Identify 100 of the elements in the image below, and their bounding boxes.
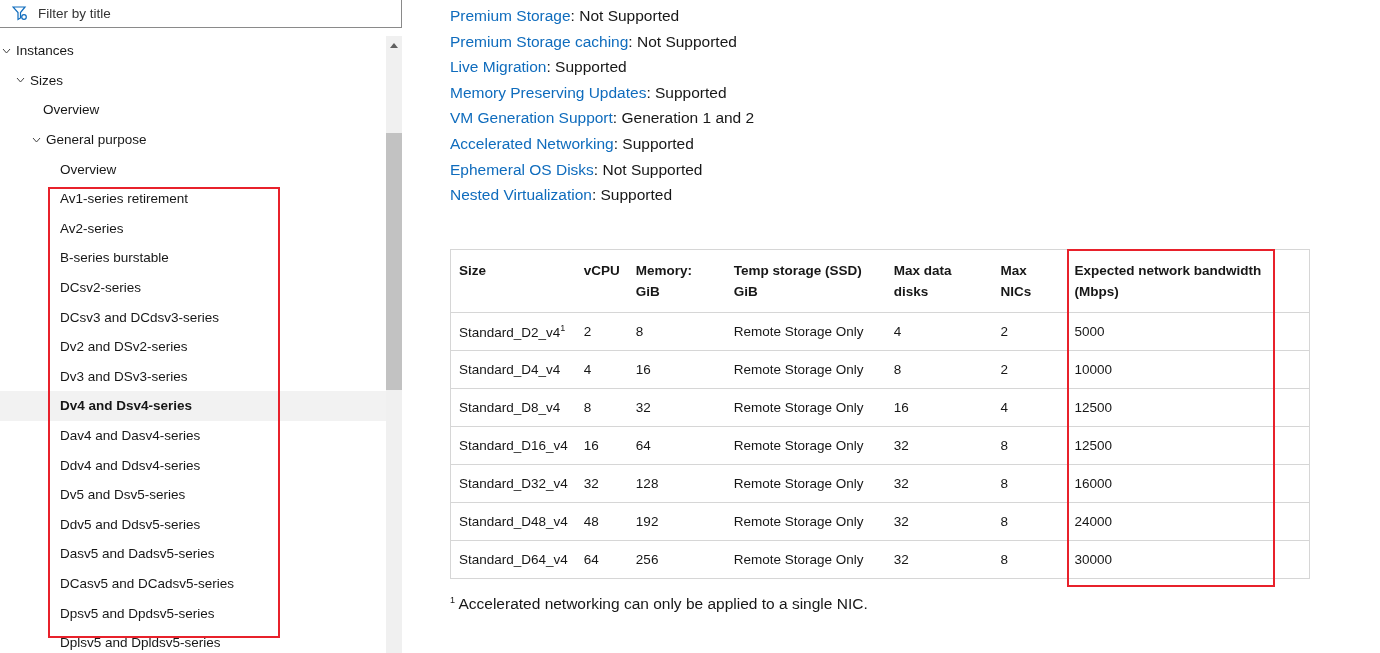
feature-line: Accelerated Networking: Supported (450, 133, 695, 154)
table-cell: 32 (575, 464, 628, 503)
table-cell: Standard_D16_v4 (450, 426, 576, 465)
column-header: Max data disks (885, 249, 993, 313)
table-cell: 8 (992, 426, 1067, 465)
tree-item[interactable]: Instances (16, 43, 74, 59)
column-header: Max NICs (992, 249, 1067, 313)
table-cell: 2 (575, 312, 628, 351)
table-cell: 8 (627, 312, 726, 351)
tree-item[interactable]: General purpose (46, 132, 147, 148)
feature-line: Memory Preserving Updates: Supported (450, 82, 728, 103)
table-cell: 5000 (1066, 312, 1310, 351)
feature-link[interactable]: Premium Storage (450, 7, 571, 24)
table-cell: 12500 (1066, 426, 1310, 465)
table-cell: 4 (575, 350, 628, 389)
table-cell: 64 (627, 426, 726, 465)
tree-item[interactable]: DCsv2-series (60, 280, 141, 296)
table-cell: 8 (992, 502, 1067, 541)
table-cell: 64 (575, 540, 628, 579)
table-cell: Standard_D48_v4 (450, 502, 576, 541)
table-cell: Standard_D4_v4 (450, 350, 576, 389)
table-cell: 12500 (1066, 388, 1310, 427)
feature-line: Premium Storage caching: Not Supported (450, 31, 738, 52)
tree-item[interactable]: Dv3 and DSv3-series (60, 368, 188, 384)
feature-line: Live Migration: Supported (450, 57, 628, 78)
tree-item[interactable]: Ddv4 and Ddsv4-series (60, 457, 201, 473)
filter-icon (12, 5, 28, 21)
column-header: Expected network bandwidth (Mbps) (1066, 249, 1310, 313)
table-cell: Remote Storage Only (725, 426, 886, 465)
feature-link[interactable]: Memory Preserving Updates (450, 83, 647, 101)
feature-line: VM Generation Support: Generation 1 and 2 (450, 108, 756, 129)
table-cell: 8 (992, 540, 1067, 579)
feature-link[interactable]: Accelerated Networking (450, 134, 614, 152)
table-cell: 2 (992, 350, 1067, 389)
filter-field[interactable]: Filter by title (0, 0, 402, 28)
table-cell: Remote Storage Only (725, 312, 886, 351)
feature-line: Nested Virtualization: Supported (450, 185, 674, 206)
chevron-down-icon[interactable] (16, 77, 25, 84)
column-header: vCPU (575, 249, 628, 313)
table-cell: 32 (885, 464, 993, 503)
tree-item[interactable]: Overview (60, 161, 117, 177)
chevron-down-icon[interactable] (32, 136, 41, 143)
tree-item[interactable]: Dasv5 and Dadsv5-series (60, 546, 215, 562)
tree-item[interactable]: Av1-series retirement (60, 191, 189, 207)
table-cell: Remote Storage Only (725, 464, 886, 503)
scrollbar-thumb[interactable] (386, 133, 402, 390)
table-cell: 16000 (1066, 464, 1310, 503)
table-cell: 256 (627, 540, 726, 579)
table-cell: 16 (885, 388, 993, 427)
tree-item[interactable]: Dv4 and Dsv4-series (60, 398, 193, 414)
scroll-up-icon[interactable] (390, 43, 398, 48)
table-cell: 128 (627, 464, 726, 503)
feature-link[interactable]: Ephemeral OS Disks (450, 160, 594, 178)
table-cell: 48 (575, 502, 628, 541)
tree-item[interactable]: DCsv3 and DCdsv3-series (60, 309, 220, 325)
tree-item[interactable]: Av2-series (60, 220, 124, 236)
table-cell: 30000 (1066, 540, 1310, 579)
feature-link[interactable]: VM Generation Support (450, 109, 613, 127)
tree-item[interactable]: Dv5 and Dsv5-series (60, 487, 186, 503)
table-cell: 8 (885, 350, 993, 389)
table-cell: Remote Storage Only (725, 388, 886, 427)
table-cell: Standard_D32_v4 (450, 464, 576, 503)
column-header: Temp storage (SSD) GiB (725, 249, 886, 313)
feature-line: Premium Storage: Not Supported (450, 6, 681, 26)
tree-item[interactable]: Dv2 and DSv2-series (60, 339, 188, 355)
tree-item[interactable]: B-series burstable (60, 250, 169, 266)
feature-link[interactable]: Live Migration (450, 58, 547, 76)
tree-item[interactable]: Ddv5 and Ddsv5-series (60, 516, 201, 532)
table-cell: Standard_D64_v4 (450, 540, 576, 579)
column-header: Memory: GiB (627, 249, 726, 313)
table-cell: Remote Storage Only (725, 350, 886, 389)
tree-item[interactable]: Dav4 and Dasv4-series (60, 428, 201, 443)
tree-item[interactable]: Sizes (30, 72, 63, 88)
table-cell: 8 (992, 464, 1067, 503)
table-cell: 24000 (1066, 502, 1310, 541)
table-cell: Remote Storage Only (725, 502, 886, 541)
table-cell: 4 (885, 312, 993, 351)
filter-input[interactable]: Filter by title (36, 4, 401, 22)
tree-item[interactable]: Dpsv5 and Dpdsv5-series (60, 605, 215, 621)
feature-line: Ephemeral OS Disks: Not Supported (450, 159, 704, 180)
table-cell: Remote Storage Only (725, 540, 886, 579)
table-cell: 8 (575, 388, 628, 427)
tree-item[interactable]: DCasv5 and DCadsv5-series (60, 576, 235, 591)
footnote: $^{1}$ Accelerated networking can only be applied to a single NIC. (450, 594, 869, 613)
tree-item[interactable]: Overview (43, 102, 100, 118)
scrollbar[interactable] (386, 36, 402, 653)
table-cell: 16 (575, 426, 628, 465)
table-cell: 2 (992, 312, 1067, 351)
feature-link[interactable]: Nested Virtualization (450, 186, 592, 204)
tree-item[interactable]: Dplsv5 and Dpldsv5-series (60, 635, 221, 651)
table-cell: 32 (885, 426, 993, 465)
column-header: Size (450, 249, 576, 313)
chevron-down-icon[interactable] (2, 47, 11, 54)
table-cell: 16 (627, 350, 726, 389)
table-cell: 10000 (1066, 350, 1310, 389)
table-cell: 32 (885, 502, 993, 541)
table-cell: 4 (992, 388, 1067, 427)
table-cell: 192 (627, 502, 726, 541)
table-cell: 32 (627, 388, 726, 427)
table-cell: Standard_D8_v4 (450, 388, 576, 427)
